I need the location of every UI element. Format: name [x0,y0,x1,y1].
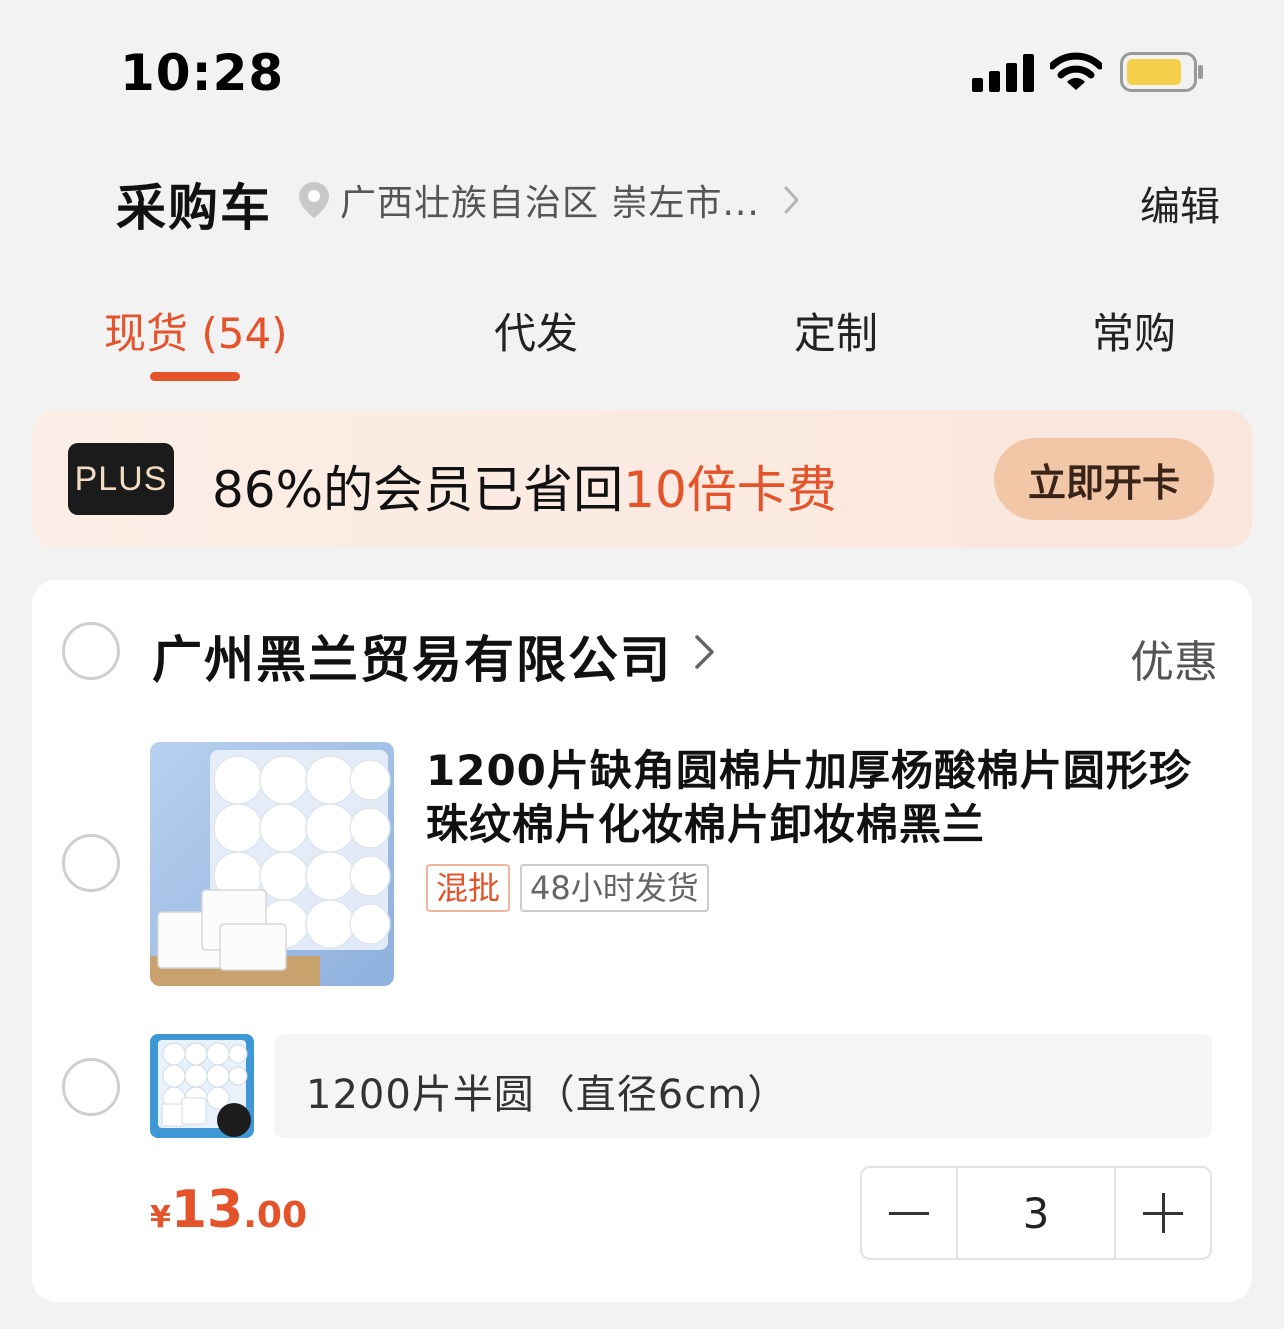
open-membership-button[interactable]: 立即开卡 [994,438,1214,520]
increase-quantity-button[interactable] [1116,1168,1210,1258]
header: 采购车 广西壮族自治区 崇左市... 编辑 [0,160,1284,240]
location-selector[interactable]: 广西壮族自治区 崇左市... [298,176,802,224]
sku-thumbnail[interactable] [150,1034,254,1138]
shipping-time-tag: 48小时发货 [520,864,709,912]
status-time: 10:28 [120,44,285,102]
plus-promo-highlight: 10倍卡费 [623,461,837,519]
price-decimal: .00 [243,1195,308,1236]
edit-button[interactable]: 编辑 [1140,174,1220,232]
plus-badge: PLUS [68,443,174,515]
page-title: 采购车 [116,179,272,237]
tab-custom[interactable]: 定制 [794,300,878,361]
cart-tabs: 现货 (54) 代发 定制 常购 [0,300,1284,390]
discount-link[interactable]: 优惠 [1130,626,1218,690]
shop-name[interactable]: 广州黑兰贸易有限公司 [152,620,672,692]
product-select-radio[interactable] [62,834,120,892]
status-bar: 10:28 [0,0,1284,140]
quantity-stepper: 3 [860,1166,1212,1260]
tab-frequent[interactable]: 常购 [1092,300,1176,361]
battery-icon [1120,52,1203,92]
product-thumbnail[interactable] [150,742,394,986]
quantity-value[interactable]: 3 [956,1168,1116,1258]
product-price: ¥13.00 [150,1180,307,1240]
tab-dropship[interactable]: 代发 [494,300,578,361]
decrease-quantity-button[interactable] [862,1168,956,1258]
plus-membership-banner[interactable]: PLUS 86%的会员已省回10倍卡费 立即开卡 [32,410,1252,548]
active-tab-indicator [150,372,240,381]
shop-select-radio[interactable] [62,622,120,680]
price-integer: 13 [170,1180,244,1240]
plus-promo-text: 86%的会员已省回10倍卡费 [212,450,837,522]
chevron-right-icon [784,186,799,214]
price-currency: ¥ [150,1200,171,1235]
cellular-signal-icon [972,54,1034,92]
product-tags: 混批 48小时发货 [426,864,709,912]
shop-cart-card: 广州黑兰贸易有限公司 优惠 1200片缺角圆棉片加厚杨酸棉片圆形珍珠纹棉片化妆棉… [32,580,1252,1302]
product-title[interactable]: 1200片缺角圆棉片加厚杨酸棉片圆形珍珠纹棉片化妆棉片卸妆棉黑兰 [426,744,1216,852]
sku-select-radio[interactable] [62,1058,120,1116]
sku-label: 1200片半圆（直径6cm） [306,1072,789,1118]
wifi-icon [1050,52,1102,90]
plus-promo-prefix: 86%的会员已省回 [212,461,624,519]
mixed-batch-tag: 混批 [426,864,511,912]
location-pin-icon [299,182,329,218]
chevron-right-icon[interactable] [692,632,718,672]
sku-selector[interactable]: 1200片半圆（直径6cm） [274,1034,1212,1138]
location-text: 广西壮族自治区 崇左市... [340,183,760,224]
tab-in-stock[interactable]: 现货 (54) [104,300,288,361]
